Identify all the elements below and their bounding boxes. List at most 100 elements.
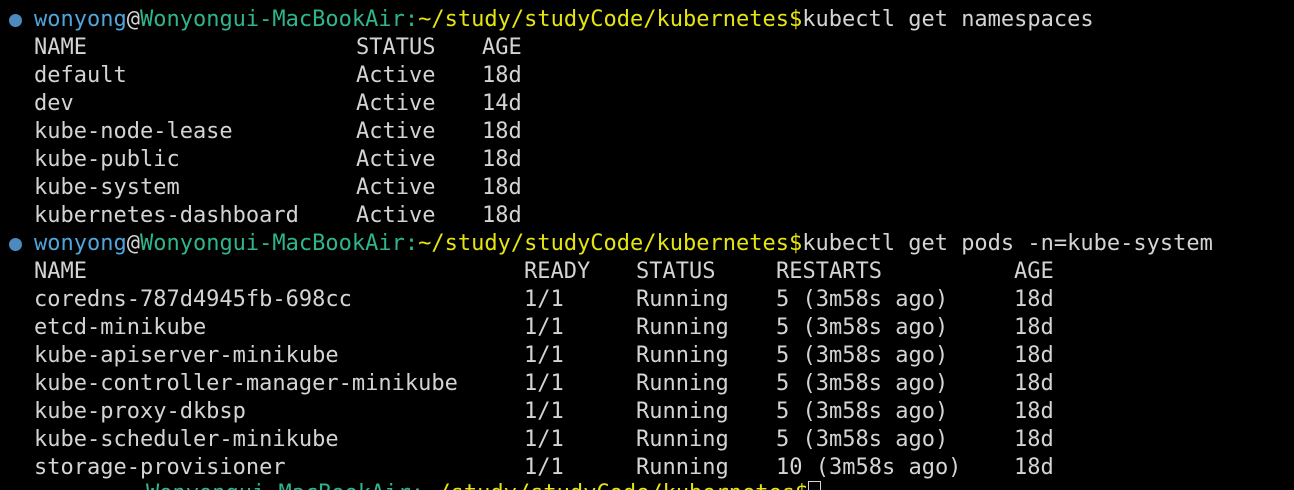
- cell-name: kube-public: [34, 147, 180, 172]
- cell-status: Running: [636, 315, 729, 340]
- table-row: kubernetes-dashboard Active 18d: [0, 202, 1294, 230]
- column-header-name: NAME: [34, 259, 87, 284]
- prompt-dollar: $: [795, 481, 808, 490]
- cell-name: kube-scheduler-minikube: [34, 427, 339, 452]
- column-header-name: NAME: [34, 35, 87, 60]
- cell-age: 18d: [482, 119, 522, 144]
- table-row: dev Active 14d: [0, 90, 1294, 118]
- cell-ready: 1/1: [524, 287, 564, 312]
- table-row: kube-node-lease Active 18d: [0, 118, 1294, 146]
- prompt-dollar: $: [789, 231, 803, 256]
- cell-name: kube-apiserver-minikube: [34, 343, 339, 368]
- cell-name: kube-controller-manager-minikube: [34, 371, 458, 396]
- cell-age: 18d: [482, 63, 522, 88]
- table-row: kube-proxy-dkbsp 1/1 Running 5 (3m58s ago) 1…: [0, 398, 1294, 426]
- prompt-path: ~/study/studyCode/kubernetes: [418, 231, 789, 256]
- cell-restarts: 5 (3m58s ago): [776, 371, 949, 396]
- cell-name: storage-provisioner: [34, 455, 286, 480]
- cell-age: 18d: [1014, 399, 1054, 424]
- column-header-ready: READY: [524, 259, 591, 284]
- prompt-separator: :: [404, 7, 419, 32]
- cell-age: 18d: [482, 203, 522, 228]
- prompt-path: ~/study/studyCode/kubernetes: [418, 7, 789, 32]
- table-row: storage-provisioner 1/1 Running 10 (3m58s a…: [0, 454, 1294, 482]
- prompt-at: @: [126, 7, 140, 32]
- cell-age: 18d: [1014, 455, 1054, 480]
- cell-age: 18d: [1014, 371, 1054, 396]
- prompt-at: @: [126, 231, 140, 256]
- command-text: kubectl get pods -n=kube-system: [802, 231, 1213, 256]
- cell-ready: 1/1: [524, 343, 564, 368]
- table-row: kube-public Active 18d: [0, 146, 1294, 174]
- command-text: kubectl get namespaces: [802, 7, 1094, 32]
- cell-status: Active: [356, 91, 436, 116]
- cell-ready: 1/1: [524, 371, 564, 396]
- table-row: etcd-minikube 1/1 Running 5 (3m58s ago) 18d: [0, 314, 1294, 342]
- table-header: NAME STATUS AGE: [0, 34, 1294, 62]
- cell-status: Active: [356, 147, 436, 172]
- cell-name: dev: [34, 91, 74, 116]
- table-row: kube-system Active 18d: [0, 174, 1294, 202]
- cell-age: 18d: [1014, 315, 1054, 340]
- table-header: NAME READY STATUS RESTARTS AGE: [0, 258, 1294, 286]
- prompt-path: ~/study/studyCode/kubernetes: [424, 481, 795, 490]
- prompt-dollar: $: [789, 7, 803, 32]
- prompt-separator: :: [404, 231, 419, 256]
- cell-name: kubernetes-dashboard: [34, 203, 299, 228]
- cell-status: Running: [636, 399, 729, 424]
- prompt-separator: :: [411, 481, 424, 490]
- column-header-age: AGE: [482, 35, 522, 60]
- table-row: kube-controller-manager-minikube 1/1 Runni…: [0, 370, 1294, 398]
- cell-age: 18d: [482, 175, 522, 200]
- cell-restarts: 10 (3m58s ago): [776, 455, 962, 480]
- cell-status: Active: [356, 119, 436, 144]
- prompt-user: wonyong: [34, 7, 127, 32]
- cell-status: Active: [356, 63, 436, 88]
- cell-restarts: 5 (3m58s ago): [776, 315, 949, 340]
- cell-ready: 1/1: [524, 399, 564, 424]
- cell-age: 18d: [1014, 343, 1054, 368]
- cell-status: Running: [636, 455, 729, 480]
- column-header-status: STATUS: [636, 259, 716, 284]
- terminal-window[interactable]: wonyong@Wonyongui-MacBookAir:~/study/stu…: [0, 0, 1294, 490]
- column-header-restarts: RESTARTS: [776, 259, 882, 284]
- cell-name: kube-proxy-dkbsp: [34, 399, 246, 424]
- cell-restarts: 5 (3m58s ago): [776, 399, 949, 424]
- prompt-line-partial: Wonyongui-MacBookAir:~/study/studyCode/k…: [0, 480, 822, 490]
- cell-status: Running: [636, 287, 729, 312]
- cell-status: Active: [356, 175, 436, 200]
- prompt-host: Wonyongui-MacBookAir: [139, 231, 405, 256]
- cell-age: 18d: [482, 147, 522, 172]
- cell-status: Running: [636, 343, 729, 368]
- table-row: kube-scheduler-minikube 1/1 Running 5 (3m58…: [0, 426, 1294, 454]
- cell-ready: 1/1: [524, 427, 564, 452]
- cell-restarts: 5 (3m58s ago): [776, 343, 949, 368]
- cell-age: 18d: [1014, 287, 1054, 312]
- shell-prompt: Wonyongui-MacBookAir:~/study/studyCode/k…: [146, 480, 822, 490]
- prompt-host: Wonyongui-MacBookAir: [146, 481, 411, 490]
- command-status-dot-icon[interactable]: [9, 238, 22, 251]
- shell-prompt: wonyong@Wonyongui-MacBookAir:~/study/stu…: [34, 230, 1213, 258]
- cell-name: etcd-minikube: [34, 315, 207, 340]
- cell-restarts: 5 (3m58s ago): [776, 287, 949, 312]
- cell-name: coredns-787d4945fb-698cc: [34, 287, 352, 312]
- column-header-status: STATUS: [356, 35, 436, 60]
- table-row: default Active 18d: [0, 62, 1294, 90]
- cell-status: Running: [636, 427, 729, 452]
- prompt-line: wonyong@Wonyongui-MacBookAir:~/study/stu…: [0, 230, 1213, 258]
- command-status-dot-icon[interactable]: [9, 14, 22, 27]
- cell-name: kube-system: [34, 175, 180, 200]
- cell-age: 18d: [1014, 427, 1054, 452]
- prompt-host: Wonyongui-MacBookAir: [139, 7, 405, 32]
- cell-ready: 1/1: [524, 315, 564, 340]
- cell-restarts: 5 (3m58s ago): [776, 427, 949, 452]
- table-row: coredns-787d4945fb-698cc 1/1 Running 5 (3m5…: [0, 286, 1294, 314]
- text-cursor[interactable]: [808, 481, 822, 490]
- cell-name: kube-node-lease: [34, 119, 233, 144]
- cell-status: Running: [636, 371, 729, 396]
- cell-status: Active: [356, 203, 436, 228]
- prompt-user: wonyong: [34, 231, 127, 256]
- table-row: kube-apiserver-minikube 1/1 Running 5 (3m58…: [0, 342, 1294, 370]
- cell-age: 14d: [482, 91, 522, 116]
- cell-name: default: [34, 63, 127, 88]
